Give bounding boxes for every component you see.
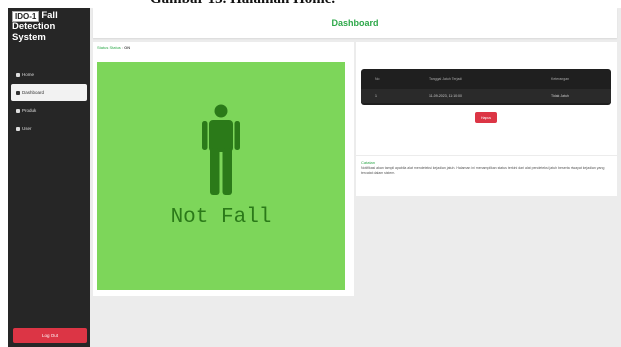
history-table: No Tanggal Jatuh Terjadi Keterangan 1 11… <box>361 69 611 105</box>
sidebar-item-label: User <box>22 126 32 131</box>
caption-text: Gambar 13. Halaman Home. <box>150 0 335 8</box>
sidebar-item-user[interactable]: User <box>11 120 87 137</box>
sidebar: IDO-1 Fall Detection System Home Dashboar… <box>8 8 90 347</box>
column-header-info: Keterangan <box>551 77 570 81</box>
delete-button[interactable]: Hapus <box>475 112 497 123</box>
sidebar-item-dashboard[interactable]: Dashboard <box>11 84 87 101</box>
status-card: Status Status : ON Not Fall <box>93 42 354 296</box>
product-icon <box>16 108 20 113</box>
home-icon <box>16 72 20 77</box>
sidebar-item-label: Dashboard <box>22 90 45 95</box>
brand-title-line1: Fall <box>41 10 58 21</box>
person-icon <box>202 104 240 195</box>
document-caption: Gambar 13. Halaman Home. <box>0 0 621 8</box>
column-header-no: No <box>375 77 380 81</box>
table-cell: 11-09-2023, 11:10:00 <box>429 94 462 98</box>
column-header-date: Tanggal Jatuh Terjadi <box>429 77 463 81</box>
fall-status-display: Not Fall <box>97 62 345 290</box>
brand-title-line3: System <box>12 31 46 43</box>
status-value: ON <box>124 45 131 50</box>
note-card: Catatan Notifikasi akan tampil apabila a… <box>356 156 617 196</box>
logout-label: Log Out <box>41 333 58 338</box>
sidebar-item-produk[interactable]: Produk <box>11 102 87 119</box>
table-cell: 1 <box>375 94 377 98</box>
history-card: No Tanggal Jatuh Terjadi Keterangan 1 11… <box>356 42 617 155</box>
table-cell: Tidak Jatuh <box>551 94 569 98</box>
table-row: 1 11-09-2023, 11:10:00 Tidak Jatuh <box>361 89 611 103</box>
note-text: Notifikasi akan tampil apabila alat mend… <box>361 166 605 175</box>
brand-title-line2: Detection <box>12 21 56 32</box>
status-label: Status Status <box>97 45 121 50</box>
page-header: Dashboard <box>93 8 617 38</box>
fall-status-text: Not Fall <box>170 206 272 229</box>
dashboard-icon <box>16 90 20 95</box>
device-status: Status Status : ON <box>97 45 131 50</box>
sidebar-item-label: Home <box>22 72 35 77</box>
main-area: Dashboard Status Status : ON Not Fall No… <box>90 8 621 347</box>
note-title: Catatan <box>361 160 376 165</box>
table-header: No Tanggal Jatuh Terjadi Keterangan <box>361 72 611 86</box>
page-title: Dashboard <box>331 18 379 28</box>
brand: IDO-1 Fall Detection System <box>12 10 90 43</box>
delete-label: Hapus <box>480 115 492 120</box>
sidebar-item-label: Produk <box>22 108 37 113</box>
logout-button[interactable]: Log Out <box>13 328 87 343</box>
sidebar-nav: Home Dashboard Produk User <box>8 65 90 138</box>
user-icon <box>16 126 20 131</box>
sidebar-item-home[interactable]: Home <box>11 66 87 83</box>
